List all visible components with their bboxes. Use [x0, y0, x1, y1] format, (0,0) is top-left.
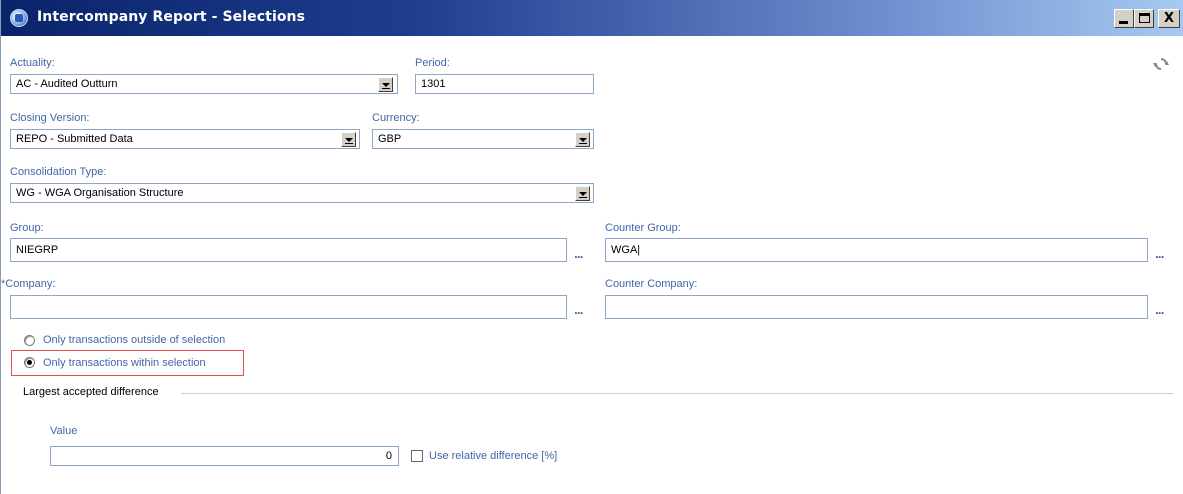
actuality-select[interactable]: AC - Audited Outturn	[10, 74, 398, 94]
counter-group-input[interactable]: WGA|	[605, 238, 1148, 262]
period-input[interactable]: 1301	[415, 74, 594, 94]
radio-within-selection-label[interactable]: Only transactions within selection	[43, 357, 206, 369]
currency-label: Currency:	[372, 112, 420, 124]
radio-outside-selection-label[interactable]: Only transactions outside of selection	[43, 334, 225, 346]
title-bar[interactable]: Intercompany Report - Selections X	[1, 0, 1183, 36]
company-browse-button[interactable]: ...	[574, 306, 583, 317]
company-label: *Company:	[1, 278, 55, 290]
maximize-button[interactable]	[1134, 9, 1154, 28]
relative-difference-label[interactable]: Use relative difference [%]	[429, 450, 557, 462]
counter-group-browse-button[interactable]: ...	[1155, 250, 1164, 261]
value-label: Value	[50, 425, 78, 437]
group-divider	[181, 393, 1173, 394]
closing-version-label: Closing Version:	[10, 112, 90, 124]
maximize-icon	[1139, 13, 1150, 23]
consolidation-type-dropdown-button[interactable]	[575, 186, 590, 201]
closing-version-select[interactable]: REPO - Submitted Data	[10, 129, 360, 149]
relative-difference-checkbox[interactable]	[411, 450, 423, 462]
radio-outside-selection[interactable]	[24, 335, 35, 346]
period-label: Period:	[415, 57, 450, 69]
consolidation-type-select[interactable]: WG - WGA Organisation Structure	[10, 183, 594, 203]
counter-company-browse-button[interactable]: ...	[1155, 306, 1164, 317]
company-label-text: Company:	[5, 278, 56, 290]
group-label: Group:	[10, 222, 44, 234]
counter-company-label: Counter Company:	[605, 278, 698, 290]
company-input[interactable]	[10, 295, 567, 319]
actuality-label: Actuality:	[10, 57, 55, 69]
close-button[interactable]: X	[1158, 9, 1180, 28]
radio-within-selection[interactable]	[24, 357, 35, 368]
actuality-dropdown-button[interactable]	[378, 77, 393, 92]
window-title: Intercompany Report - Selections	[37, 9, 306, 25]
group-browse-button[interactable]: ...	[574, 250, 583, 261]
counter-company-input[interactable]	[605, 295, 1148, 319]
currency-select[interactable]: GBP	[372, 129, 594, 149]
counter-group-label: Counter Group:	[605, 222, 681, 234]
minimize-icon	[1119, 21, 1128, 24]
group-input[interactable]: NIEGRP	[10, 238, 567, 262]
currency-dropdown-button[interactable]	[575, 132, 590, 147]
minimize-button[interactable]	[1114, 9, 1134, 28]
dialog-window: Intercompany Report - Selections X Actua…	[0, 0, 1183, 494]
closing-version-dropdown-button[interactable]	[341, 132, 356, 147]
difference-group-title: Largest accepted difference	[23, 386, 159, 398]
consolidation-type-label: Consolidation Type:	[10, 166, 107, 178]
app-icon	[10, 9, 28, 27]
value-input[interactable]: 0	[50, 446, 399, 466]
refresh-icon[interactable]	[1153, 56, 1169, 72]
